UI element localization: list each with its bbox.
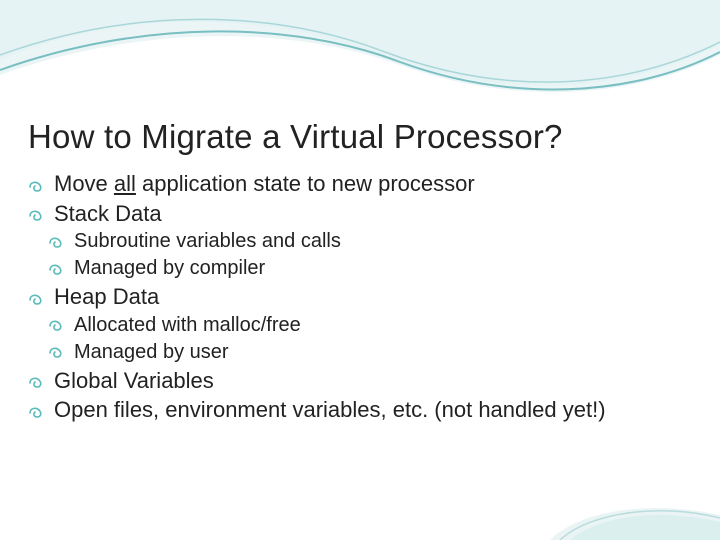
swirl-icon [28,400,48,416]
bullet-text: Managed by compiler [74,257,265,279]
bottom-right-swirl-decor [510,460,720,540]
bullet-open-files: Open files, environment variables, etc. … [28,396,692,424]
swirl-icon [48,233,68,249]
swirl-icon [28,174,48,190]
bullet-text: Stack Data [54,201,162,226]
bullet-text: Managed by user [74,341,229,363]
bullet-text: Open files, environment variables, etc. … [54,397,606,422]
bullet-text: Subroutine variables and calls [74,230,341,252]
wave-svg [0,0,720,110]
bullet-text: Global Variables [54,368,214,393]
swirl-icon [48,260,68,276]
swirl-icon [28,287,48,303]
bullet-text-prefix: Move [54,171,114,196]
bullet-allocated-malloc: Allocated with malloc/free [48,313,692,338]
bullet-text: Allocated with malloc/free [74,314,301,336]
bullet-text: Heap Data [54,284,159,309]
top-wave-decor [0,0,720,110]
bullet-move-all: Move all application state to new proces… [28,170,692,198]
swirl-icon [28,370,48,386]
bullet-managed-compiler: Managed by compiler [48,256,692,281]
swirl-icon [28,203,48,219]
bullet-text-suffix: application state to new processor [136,171,475,196]
bullet-managed-user: Managed by user [48,340,692,365]
slide-title: How to Migrate a Virtual Processor? [28,118,692,156]
bullet-subroutine-vars: Subroutine variables and calls [48,229,692,254]
bullet-text-underlined: all [114,171,136,196]
bullet-global-vars: Global Variables [28,367,692,395]
slide-body: Move all application state to new proces… [28,170,692,426]
swirl-icon [48,316,68,332]
bullet-stack-data: Stack Data [28,200,692,228]
swirl-icon [48,343,68,359]
bullet-heap-data: Heap Data [28,283,692,311]
